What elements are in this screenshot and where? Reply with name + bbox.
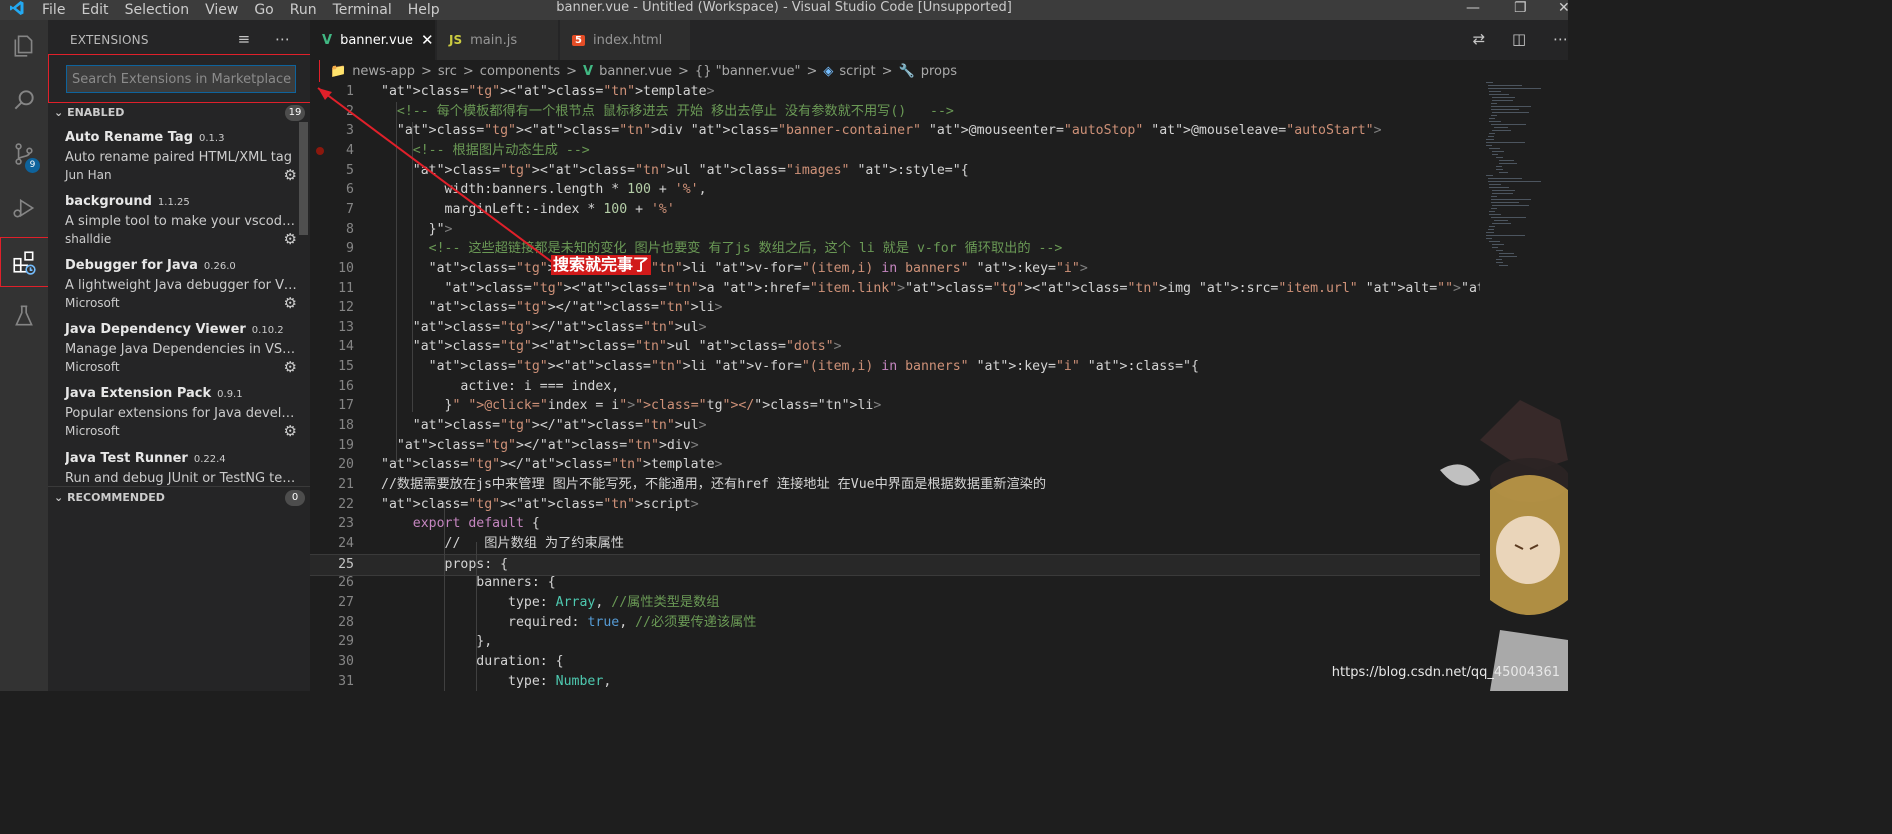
annotation-callout: 搜索就完事了 [551, 255, 652, 275]
annotation-arrow [317, 87, 553, 263]
watermark-url: https://blog.csdn.net/qq_45004361 [1331, 665, 1560, 680]
